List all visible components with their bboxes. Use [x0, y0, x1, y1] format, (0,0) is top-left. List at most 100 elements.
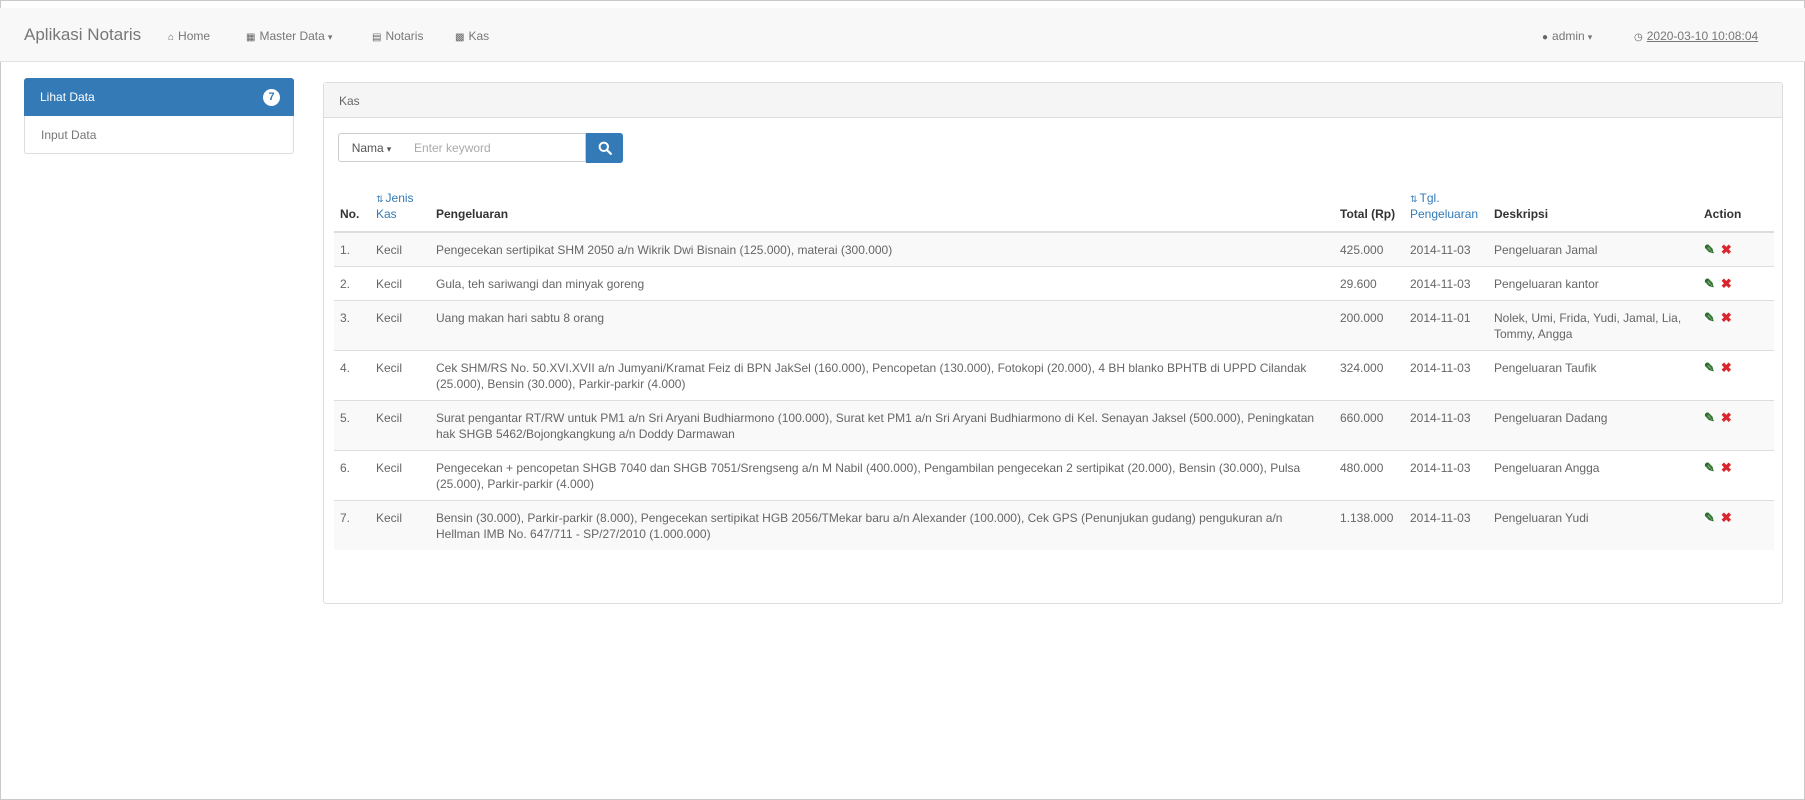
cell-no: 2. [334, 266, 370, 301]
col-deskripsi: Deskripsi [1488, 185, 1698, 233]
cell-deskripsi: Nolek, Umi, Frida, Yudi, Jamal, Lia, Tom… [1488, 300, 1698, 351]
cell-total: 29.600 [1334, 266, 1404, 301]
search-input[interactable] [404, 133, 586, 162]
cell-jenis: Kecil [370, 450, 430, 501]
cell-pengeluaran: Cek SHM/RS No. 50.XVI.XVII a/n Jumyani/K… [430, 350, 1334, 401]
cell-no: 3. [334, 300, 370, 351]
cell-tgl: 2014-11-01 [1404, 300, 1488, 351]
nav-kas[interactable]: ▩ Kas [455, 29, 489, 43]
col-total: Total (Rp) [1334, 185, 1404, 233]
edit-icon[interactable]: ✎ [1704, 310, 1715, 325]
col-action: Action [1698, 185, 1774, 233]
user-name: admin [1552, 29, 1585, 43]
cell-tgl: 2014-11-03 [1404, 450, 1488, 501]
cell-no: 7. [334, 500, 370, 550]
table-row: 7. Kecil Bensin (30.000), Parkir-parkir … [334, 500, 1774, 550]
cell-total: 324.000 [1334, 350, 1404, 401]
delete-icon[interactable]: ✖ [1721, 310, 1732, 325]
col-tgl-label: Tgl. Pengeluaran [1410, 191, 1479, 221]
top-navbar: Aplikasi Notaris ⌂ Home ▦ Master Data ▾ ▤ No… [0, 8, 1805, 62]
cell-pengeluaran: Gula, teh sariwangi dan minyak goreng [430, 266, 1334, 301]
col-pengeluaran: Pengeluaran [430, 185, 1334, 233]
search-icon [598, 141, 612, 155]
cell-deskripsi: Pengeluaran Yudi [1488, 500, 1698, 550]
cell-action: ✎ ✖ [1698, 500, 1774, 550]
cell-pengeluaran: Pengecekan sertipikat SHM 2050 a/n Wikri… [430, 231, 1334, 267]
col-no: No. [334, 185, 370, 233]
cell-no: 1. [334, 231, 370, 267]
delete-icon[interactable]: ✖ [1721, 460, 1732, 475]
user-menu[interactable]: ● admin ▾ [1542, 29, 1592, 43]
cell-jenis: Kecil [370, 350, 430, 401]
cell-jenis: Kecil [370, 400, 430, 451]
bar-chart-icon: ▩ [455, 32, 465, 43]
cell-action: ✎ ✖ [1698, 450, 1774, 501]
panel-title: Kas [339, 94, 360, 108]
delete-icon[interactable]: ✖ [1721, 410, 1732, 425]
sort-icon: ⇅ [376, 194, 383, 204]
cell-tgl: 2014-11-03 [1404, 500, 1488, 550]
col-jenis-kas[interactable]: ⇅ Jenis Kas [370, 185, 430, 233]
count-badge: 7 [263, 89, 280, 106]
nav-home[interactable]: ⌂ Home [168, 29, 210, 43]
cell-tgl: 2014-11-03 [1404, 231, 1488, 267]
table-row: 6. Kecil Pengecekan + pencopetan SHGB 70… [334, 450, 1774, 501]
cell-deskripsi: Pengeluaran Jamal [1488, 231, 1698, 267]
nav-kas-label: Kas [468, 29, 490, 43]
sort-tgl-link[interactable]: ⇅ Tgl. Pengeluaran [1410, 191, 1478, 221]
cell-no: 5. [334, 400, 370, 451]
cell-jenis: Kecil [370, 231, 430, 267]
delete-icon[interactable]: ✖ [1721, 360, 1732, 375]
edit-icon[interactable]: ✎ [1704, 276, 1715, 291]
col-tgl-pengeluaran[interactable]: ⇅ Tgl. Pengeluaran [1404, 185, 1488, 233]
cell-total: 1.138.000 [1334, 500, 1404, 550]
table-header-row: No. ⇅ Jenis Kas Pengeluaran Total (Rp) ⇅ T… [334, 185, 1774, 233]
cell-pengeluaran: Uang makan hari sabtu 8 orang [430, 300, 1334, 351]
cell-total: 480.000 [1334, 450, 1404, 501]
table-row: 4. Kecil Cek SHM/RS No. 50.XVI.XVII a/n … [334, 350, 1774, 401]
datetime-display: ◷ 2020-03-10 10:08:04 [1634, 29, 1758, 43]
cell-action: ✎ ✖ [1698, 300, 1774, 351]
file-icon: ▤ [372, 32, 382, 43]
nav-master-data-label: Master Data [259, 29, 325, 43]
caret-down-icon: ▾ [327, 32, 333, 42]
cell-no: 6. [334, 450, 370, 501]
sidebar-item-input-data[interactable]: Input Data [24, 116, 294, 154]
brand-title[interactable]: Aplikasi Notaris [24, 25, 141, 45]
edit-icon[interactable]: ✎ [1704, 360, 1715, 375]
table-row: 1. Kecil Pengecekan sertipikat SHM 2050 … [334, 231, 1774, 267]
delete-icon[interactable]: ✖ [1721, 276, 1732, 291]
cell-pengeluaran: Surat pengantar RT/RW untuk PM1 a/n Sri … [430, 400, 1334, 451]
kas-panel: Kas Nama▾ No. ⇅Jenis Kas Pengeluaran Tot… [323, 82, 1783, 604]
cell-deskripsi: Pengeluaran Angga [1488, 450, 1698, 501]
nav-master-data[interactable]: ▦ Master Data ▾ [246, 29, 332, 43]
sidebar-item-label: Lihat Data [40, 90, 95, 104]
caret-down-icon: ▾ [386, 144, 392, 154]
sidebar-item-label: Input Data [41, 128, 97, 142]
search-filter-label: Nama [351, 141, 384, 155]
search-filter-dropdown[interactable]: Nama ▾ [338, 133, 405, 162]
nav-home-label: Home [178, 29, 211, 43]
cell-jenis: Kecil [370, 300, 430, 351]
cell-deskripsi: Pengeluaran Taufik [1488, 350, 1698, 401]
home-icon: ⌂ [168, 32, 175, 43]
delete-icon[interactable]: ✖ [1721, 242, 1732, 257]
sort-jenis-link[interactable]: ⇅ Jenis Kas [376, 191, 414, 221]
search-button[interactable] [586, 133, 623, 163]
edit-icon[interactable]: ✎ [1704, 510, 1715, 525]
cell-action: ✎ ✖ [1698, 266, 1774, 301]
sidebar-item-lihat-data[interactable]: Lihat Data 7 [24, 78, 294, 116]
cell-total: 660.000 [1334, 400, 1404, 451]
table-row: 2. Kecil Gula, teh sariwangi dan minyak … [334, 266, 1774, 301]
kas-table: No. ⇅ Jenis Kas Pengeluaran Total (Rp) ⇅ T… [334, 185, 1774, 550]
edit-icon[interactable]: ✎ [1704, 410, 1715, 425]
trash-icon: ▦ [246, 32, 256, 43]
datetime-text: 2020-03-10 10:08:04 [1646, 29, 1759, 43]
nav-notaris-label: Notaris [385, 29, 424, 43]
edit-icon[interactable]: ✎ [1704, 460, 1715, 475]
table-row: 3. Kecil Uang makan hari sabtu 8 orang 2… [334, 300, 1774, 351]
delete-icon[interactable]: ✖ [1721, 510, 1732, 525]
cell-tgl: 2014-11-03 [1404, 266, 1488, 301]
edit-icon[interactable]: ✎ [1704, 242, 1715, 257]
nav-notaris[interactable]: ▤ Notaris [372, 29, 423, 43]
